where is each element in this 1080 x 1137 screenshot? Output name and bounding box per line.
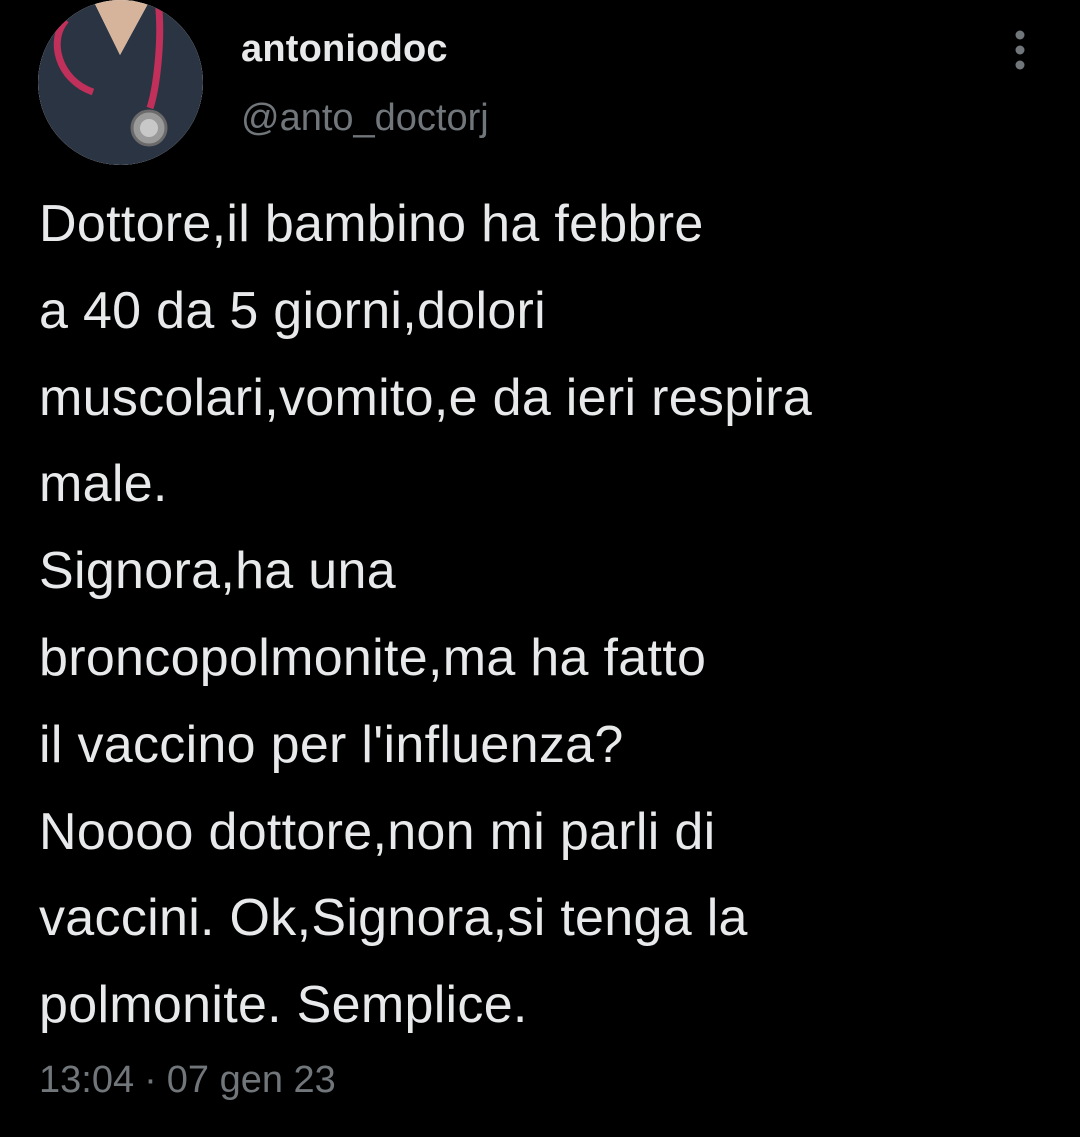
- tweet-date: 07 gen 23: [166, 1059, 336, 1101]
- author-display-name[interactable]: antoniodoc: [241, 28, 448, 71]
- more-vertical-icon[interactable]: [1004, 26, 1036, 74]
- author-handle[interactable]: @anto_doctorj: [241, 97, 489, 140]
- tweet-time: 13:04: [39, 1059, 135, 1101]
- tweet-timestamp[interactable]: 13:04 · 07 gen 23: [39, 1059, 336, 1102]
- meta-separator: ·: [144, 1059, 157, 1101]
- avatar[interactable]: [38, 0, 203, 165]
- doctor-avatar-image: [38, 0, 203, 165]
- tweet-card: antoniodoc @anto_doctorj Dottore,il bamb…: [0, 0, 1080, 1137]
- tweet-text: Dottore,il bambino ha febbre a 40 da 5 g…: [39, 195, 813, 1035]
